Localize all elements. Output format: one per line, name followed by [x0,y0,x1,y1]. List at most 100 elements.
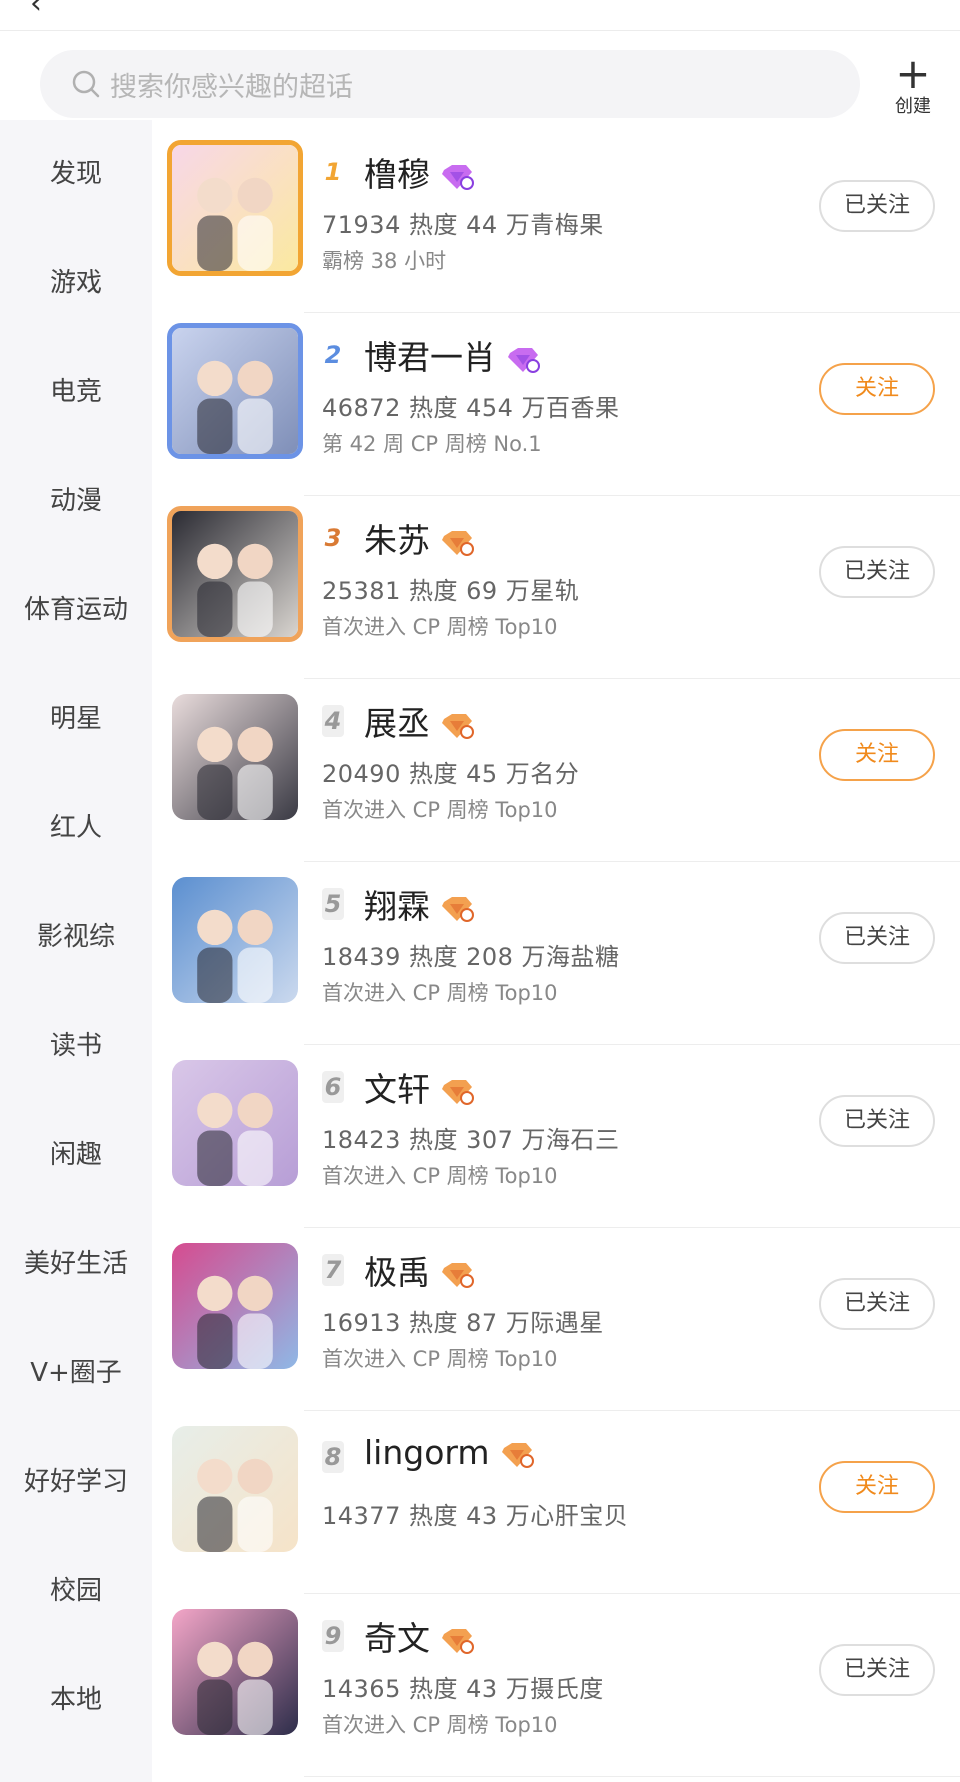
cp-avatar[interactable] [172,877,298,1003]
sidebar-item-good-life[interactable]: 美好生活 [0,1234,152,1294]
followed-button[interactable]: 已关注 [819,1278,935,1330]
cp-avatar[interactable] [167,140,303,276]
topic-stats: 18423 热度 307 万海石三 [322,1126,620,1154]
topic-name: 极禹 [364,1253,430,1292]
rank-number: 3 [324,524,342,552]
rank-number: 2 [324,341,342,369]
cp-avatar[interactable] [172,1426,298,1552]
cp-avatar[interactable] [167,506,303,642]
cp-avatar[interactable] [167,323,303,459]
ranking-row[interactable]: 2 博君一肖 46872 热度 454 万百香果第 42 周 CP 周榜 No.1 关… [152,313,960,496]
rank-number: 7 [322,1254,344,1286]
followed-button[interactable]: 已关注 [819,912,935,964]
ranking-row[interactable]: 7 极禹 16913 热度 87 万际遇星首次进入 CP 周榜 Top10 已关注 [152,1228,960,1411]
topic-name: 翔霖 [364,887,430,926]
topic-stats: 20490 热度 45 万名分 [322,760,580,788]
topic-title[interactable]: 极禹 [364,1246,474,1294]
topic-subtitle: 首次进入 CP 周榜 Top10 [322,1347,558,1371]
sidebar-item-local[interactable]: 本地 [0,1670,152,1730]
search-input[interactable]: 搜索你感兴趣的超话 [40,50,860,118]
topic-title[interactable]: 朱苏 [364,514,474,562]
level-badge-icon [442,713,474,739]
cp-avatar[interactable] [172,1243,298,1369]
topic-subtitle: 首次进入 CP 周榜 Top10 [322,1164,558,1188]
follow-button[interactable]: 关注 [819,363,935,415]
sidebar-item-esports[interactable]: 电竞 [0,362,152,422]
sidebar-item-sports[interactable]: 体育运动 [0,580,152,640]
level-badge-icon [501,1442,534,1468]
search-placeholder: 搜索你感兴趣的超话 [110,71,353,103]
sidebar-item-influencer[interactable]: 红人 [0,798,152,858]
topic-title[interactable]: 展丞 [364,697,474,745]
category-sidebar: 发现 游戏 电竞 动漫 体育运动 明星 红人 影视综 读书 闲趣 美好生活 V+… [0,120,152,1782]
topic-subtitle: 首次进入 CP 周榜 Top10 [322,981,558,1005]
topic-stats: 16913 热度 87 万际遇星 [322,1309,604,1337]
topic-stats: 14377 热度 43 万心肝宝贝 [322,1502,629,1530]
ranking-row[interactable]: 3 朱苏 25381 热度 69 万星轨首次进入 CP 周榜 Top10 已关注 [152,496,960,679]
level-badge-icon [442,530,474,556]
search-icon [72,70,100,98]
ranking-row[interactable]: 1 橹穆 71934 热度 44 万青梅果 霸榜 38 小时 已关注 [152,130,960,313]
rank-number: 6 [322,1071,344,1103]
row-divider [304,1776,960,1777]
topic-title[interactable]: 橹穆 [364,148,474,196]
ranking-row[interactable]: 6 文轩 18423 热度 307 万海石三首次进入 CP 周榜 Top10 已关注 [152,1045,960,1228]
ranking-row[interactable]: 4 展丞 20490 热度 45 万名分首次进入 CP 周榜 Top10 关注 [152,679,960,862]
follow-button[interactable]: 关注 [819,729,935,781]
sidebar-item-leisure[interactable]: 闲趣 [0,1125,152,1185]
sidebar-item-campus[interactable]: 校园 [0,1561,152,1621]
sidebar-item-celebrity[interactable]: 明星 [0,689,152,749]
topic-title[interactable]: lingorm [364,1433,534,1472]
sidebar-item-film-tv[interactable]: 影视综 [0,907,152,967]
create-label: 创建 [895,96,931,117]
topic-name: 橹穆 [364,155,430,194]
topic-name: 朱苏 [364,521,430,560]
level-badge-icon [442,1079,474,1105]
back-icon[interactable]: ‹ [30,0,42,21]
ranking-row[interactable]: 9 奇文 14365 热度 43 万摄氏度首次进入 CP 周榜 Top10 已关注 [152,1594,960,1777]
sidebar-item-reading[interactable]: 读书 [0,1016,152,1076]
cp-avatar[interactable] [172,1060,298,1186]
topic-subtitle: 首次进入 CP 周榜 Top10 [322,1713,558,1737]
sidebar-item-discover[interactable]: 发现 [0,144,152,204]
level-badge-icon [508,347,540,373]
followed-button[interactable]: 已关注 [819,180,935,232]
level-badge-icon [442,1628,474,1654]
topic-stats: 18439 热度 208 万海盐糖 [322,943,620,971]
rank-number: 5 [322,888,344,920]
topic-title[interactable]: 翔霖 [364,880,474,928]
sidebar-item-anime[interactable]: 动漫 [0,471,152,531]
topic-title[interactable]: 奇文 [364,1612,474,1660]
plus-icon: + [895,49,931,98]
rank-number: 4 [322,705,344,737]
topic-stats: 25381 热度 69 万星轨 [322,577,580,605]
rank-number: 1 [324,158,342,186]
followed-button[interactable]: 已关注 [819,546,935,598]
followed-button[interactable]: 已关注 [819,1095,935,1147]
level-badge-icon [442,164,474,190]
topic-subtitle: 第 42 周 CP 周榜 No.1 [322,432,542,456]
topic-title[interactable]: 文轩 [364,1063,474,1111]
sidebar-item-v-circle[interactable]: V+圈子 [0,1343,152,1403]
topic-name: 博君一肖 [364,338,496,377]
topic-stats: 46872 热度 454 万百香果 [322,394,620,422]
follow-button[interactable]: 关注 [819,1461,935,1513]
ranking-row[interactable]: 8 lingorm 14377 热度 43 万心肝宝贝 关注 [152,1411,960,1594]
ranking-row[interactable]: 5 翔霖 18439 热度 208 万海盐糖首次进入 CP 周榜 Top10 已关注 [152,862,960,1045]
topic-subtitle: 首次进入 CP 周榜 Top10 [322,798,558,822]
rank-number: 8 [322,1441,344,1473]
level-badge-icon [442,1262,474,1288]
level-badge-icon [442,896,474,922]
topic-stats: 71934 热度 44 万青梅果 [322,211,604,239]
topic-stats: 14365 热度 43 万摄氏度 [322,1675,604,1703]
rank-number: 9 [322,1620,344,1652]
topic-title[interactable]: 博君一肖 [364,331,540,379]
sidebar-item-games[interactable]: 游戏 [0,253,152,313]
cp-avatar[interactable] [172,694,298,820]
followed-button[interactable]: 已关注 [819,1644,935,1696]
topic-name: 展丞 [364,704,430,743]
cp-avatar[interactable] [172,1609,298,1735]
sidebar-item-study[interactable]: 好好学习 [0,1452,152,1512]
topic-subtitle: 首次进入 CP 周榜 Top10 [322,615,558,639]
create-button[interactable]: + 创建 [882,49,944,118]
